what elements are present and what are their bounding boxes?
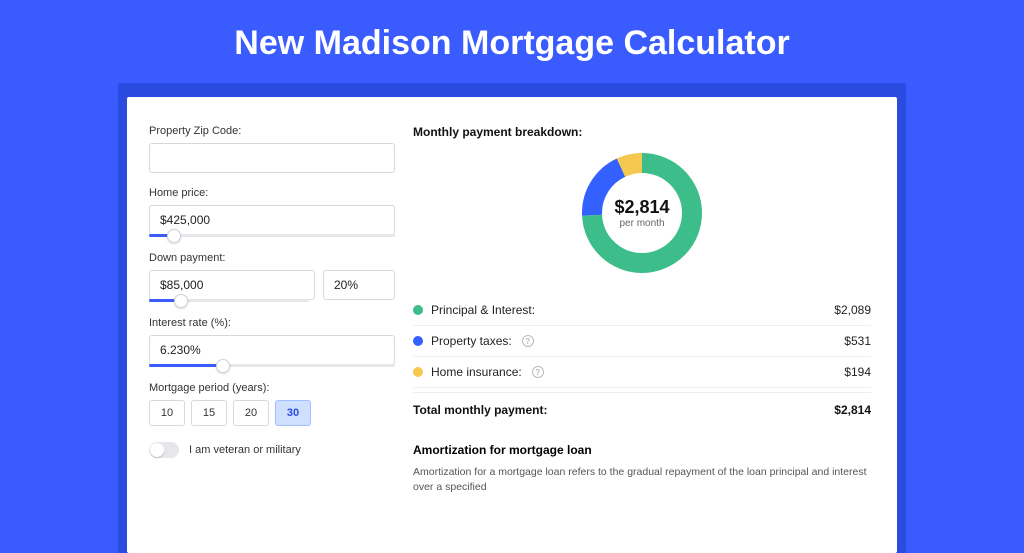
- total-value: $2,814: [834, 403, 871, 417]
- donut-center-value: $2,814: [614, 197, 669, 218]
- legend-label-taxes: Property taxes:: [431, 334, 512, 348]
- legend-dot-insurance: [413, 367, 423, 377]
- payment-donut-chart: $2,814 per month: [578, 149, 706, 277]
- total-label: Total monthly payment:: [413, 403, 547, 417]
- veteran-toggle[interactable]: [149, 442, 179, 458]
- down-pct-input[interactable]: [323, 270, 395, 300]
- calculator-card: Property Zip Code: Home price: Down paym…: [127, 97, 897, 553]
- legend-row-principal: Principal & Interest: $2,089: [413, 295, 871, 326]
- zip-label: Property Zip Code:: [149, 125, 395, 137]
- down-amount-input[interactable]: [149, 270, 315, 300]
- period-label: Mortgage period (years):: [149, 382, 395, 394]
- legend-dot-taxes: [413, 336, 423, 346]
- breakdown-panel: Monthly payment breakdown: $2,814 per mo…: [413, 125, 875, 553]
- rate-label: Interest rate (%):: [149, 317, 395, 329]
- legend-row-insurance: Home insurance: ? $194: [413, 357, 871, 388]
- period-btn-30[interactable]: 30: [275, 400, 311, 426]
- price-slider[interactable]: [149, 234, 395, 238]
- rate-input[interactable]: [149, 335, 395, 365]
- legend-label-insurance: Home insurance:: [431, 365, 522, 379]
- period-btn-10[interactable]: 10: [149, 400, 185, 426]
- donut-center-sub: per month: [619, 218, 664, 229]
- legend-label-principal: Principal & Interest:: [431, 303, 535, 317]
- down-slider[interactable]: [149, 299, 309, 303]
- page-title: New Madison Mortgage Calculator: [0, 0, 1024, 83]
- period-btn-20[interactable]: 20: [233, 400, 269, 426]
- period-btn-15[interactable]: 15: [191, 400, 227, 426]
- price-input[interactable]: [149, 205, 395, 235]
- amortization-title: Amortization for mortgage loan: [413, 443, 871, 457]
- down-label: Down payment:: [149, 252, 395, 264]
- rate-slider[interactable]: [149, 364, 395, 368]
- outer-band: Property Zip Code: Home price: Down paym…: [118, 83, 906, 553]
- veteran-label: I am veteran or military: [189, 444, 301, 456]
- legend-row-taxes: Property taxes: ? $531: [413, 326, 871, 357]
- zip-input[interactable]: [149, 143, 395, 173]
- legend-value-taxes: $531: [844, 334, 871, 348]
- info-icon[interactable]: ?: [532, 366, 544, 378]
- legend-value-principal: $2,089: [834, 303, 871, 317]
- breakdown-title: Monthly payment breakdown:: [413, 125, 871, 139]
- period-button-row: 10 15 20 30: [149, 400, 395, 426]
- legend-dot-principal: [413, 305, 423, 315]
- price-label: Home price:: [149, 187, 395, 199]
- form-panel: Property Zip Code: Home price: Down paym…: [149, 125, 395, 553]
- legend-value-insurance: $194: [844, 365, 871, 379]
- info-icon[interactable]: ?: [522, 335, 534, 347]
- amortization-text: Amortization for a mortgage loan refers …: [413, 465, 871, 494]
